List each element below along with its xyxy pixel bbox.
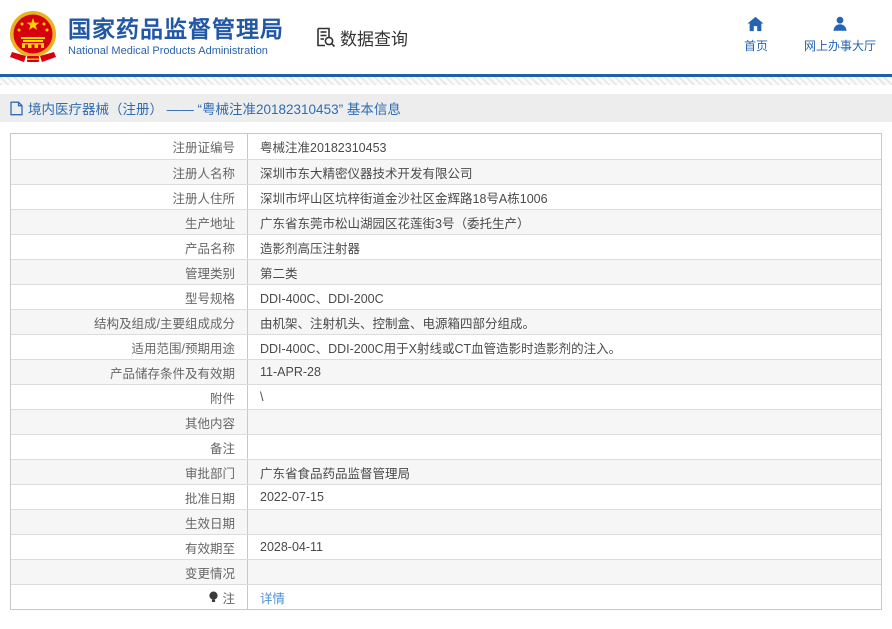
table-row: 产品名称 造影剂高压注射器 [11,234,881,259]
row-label: 其他内容 [11,410,248,434]
home-icon [747,16,764,32]
row-value [248,560,881,584]
person-icon [833,16,847,31]
table-row: 产品储存条件及有效期 11-APR-28 [11,359,881,384]
top-nav: 首页 网上办事大厅 [744,16,876,54]
row-label: 注 [11,585,248,609]
row-value [248,410,881,434]
hatch-strip [0,77,892,85]
table-row: 生效日期 [11,509,881,534]
row-value: 粤械注准20182310453 [260,141,387,155]
row-value: 广东省食品药品监督管理局 [260,466,411,481]
table-row: 适用范围/预期用途 DDI-400C、DDI-200C用于X射线或CT血管造影时… [11,334,881,359]
row-value [248,435,881,459]
page-title: 境内医疗器械（注册） —— “粤械注准20182310453” 基本信息 [28,102,401,117]
table-row-note: 注 详情 [11,584,881,609]
table-row: 型号规格 DDI-400C、DDI-200C [11,284,881,309]
row-label: 批准日期 [11,485,248,509]
row-label: 产品名称 [11,235,248,259]
row-label: 产品储存条件及有效期 [11,360,248,384]
row-value: 造影剂高压注射器 [260,241,361,256]
row-value: 深圳市坪山区坑梓街道金沙社区金辉路18号A栋1006 [260,191,548,206]
data-query-menu[interactable]: 数据查询 [314,25,408,50]
row-label: 注册证编号 [11,134,248,159]
row-value: DDI-400C、DDI-200C用于X射线或CT血管造影时造影剂的注入。 [260,341,622,356]
row-value: 第二类 [260,266,298,281]
nav-home[interactable]: 首页 [744,16,768,54]
table-row: 注册人住所 深圳市坪山区坑梓街道金沙社区金辉路18号A栋1006 [11,184,881,209]
table-row: 生产地址 广东省东莞市松山湖园区花莲街3号（委托生产） [11,209,881,234]
row-label: 注册人名称 [11,160,248,184]
row-label: 结构及组成/主要组成成分 [11,310,248,334]
row-value: DDI-400C、DDI-200C [260,291,384,306]
table-row: 有效期至 2028-04-11 [11,534,881,559]
table-row: 结构及组成/主要组成成分 由机架、注射机头、控制盒、电源箱四部分组成。 [11,309,881,334]
row-value [248,510,881,534]
table-row: 其他内容 [11,409,881,434]
row-value: 2028-04-11 [260,540,324,554]
row-value: 由机架、注射机头、控制盒、电源箱四部分组成。 [260,316,536,331]
row-value: \ [260,390,264,404]
table-row: 注册证编号 粤械注准20182310453 [11,134,881,159]
table-row: 变更情况 [11,559,881,584]
site-header: 国家药品监督管理局 National Medical Products Admi… [0,0,892,74]
registration-info-table: 注册证编号 粤械注准20182310453 注册人名称 深圳市东大精密仪器技术开… [10,133,882,610]
row-label: 生产地址 [11,210,248,234]
row-value: 深圳市东大精密仪器技术开发有限公司 [260,166,473,181]
data-query-label: 数据查询 [340,29,408,49]
row-label: 适用范围/预期用途 [11,335,248,359]
row-label: 备注 [11,435,248,459]
row-label: 审批部门 [11,460,248,484]
table-row: 审批部门 广东省食品药品监督管理局 [11,459,881,484]
document-icon [10,101,23,115]
note-label: 注 [222,591,235,606]
national-emblem-logo [10,11,56,62]
brand-block: 国家药品监督管理局 National Medical Products Admi… [68,15,284,58]
table-row: 备注 [11,434,881,459]
row-label: 有效期至 [11,535,248,559]
row-value: 11-APR-28 [260,365,321,379]
row-label: 附件 [11,385,248,409]
row-label: 管理类别 [11,260,248,284]
nav-online-service-hall-label: 网上办事大厅 [803,39,876,53]
page-title-bar: 境内医疗器械（注册） —— “粤械注准20182310453” 基本信息 [0,94,892,122]
row-label: 注册人住所 [11,185,248,209]
table-row: 附件 \ [11,384,881,409]
row-label: 型号规格 [11,285,248,309]
document-search-icon [317,27,336,48]
table-row: 管理类别 第二类 [11,259,881,284]
brand-title: 国家药品监督管理局 [68,15,284,42]
bulb-icon [208,591,219,603]
row-label: 变更情况 [11,560,248,584]
row-value: 广东省东莞市松山湖园区花莲街3号（委托生产） [260,216,530,231]
nav-online-service-hall[interactable]: 网上办事大厅 [804,16,876,54]
nav-home-label: 首页 [743,39,768,53]
brand-subtitle: National Medical Products Administration [68,45,268,58]
table-row: 注册人名称 深圳市东大精密仪器技术开发有限公司 [11,159,881,184]
note-details-link[interactable]: 详情 [260,588,285,607]
row-value: 详情 [248,585,881,609]
row-value: 2022-07-15 [260,490,324,504]
table-row: 批准日期 2022-07-15 [11,484,881,509]
row-label: 生效日期 [11,510,248,534]
